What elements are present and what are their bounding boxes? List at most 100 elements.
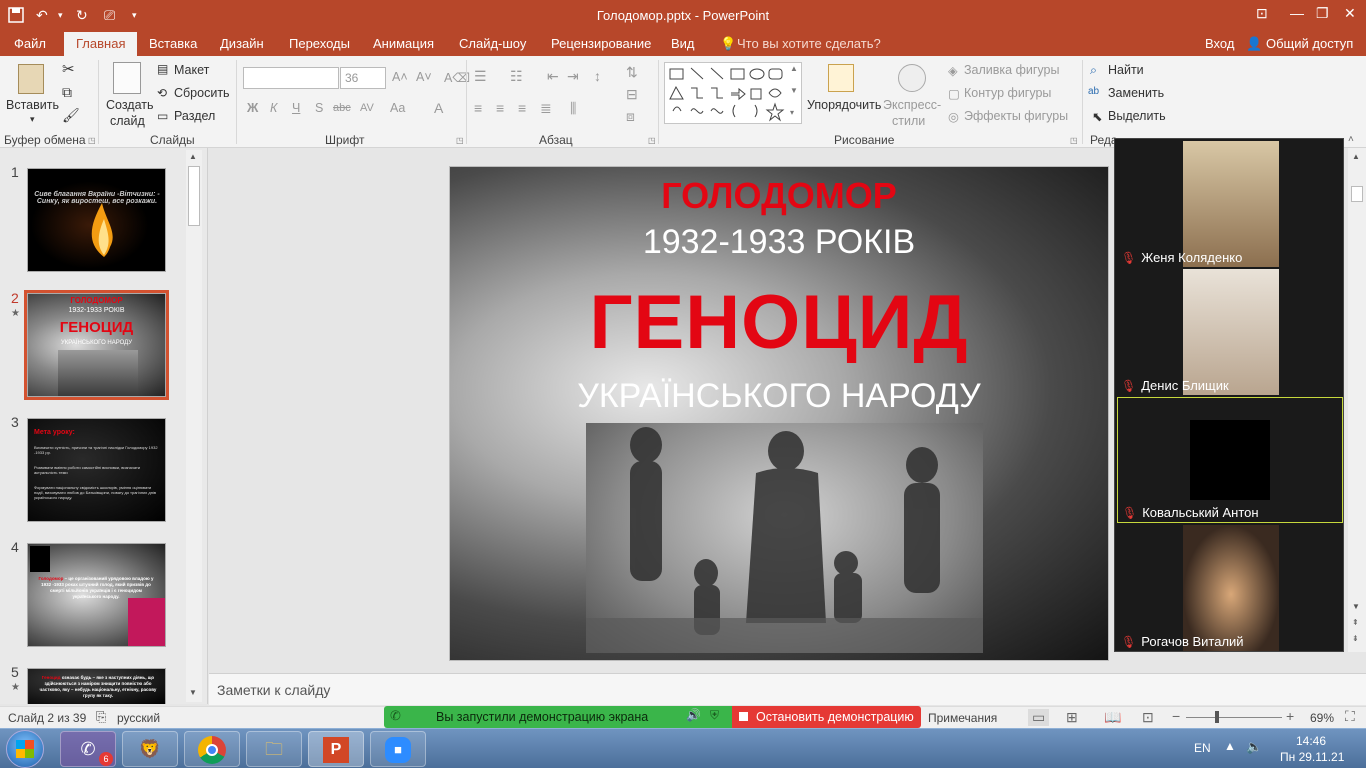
spell-check-icon[interactable]: ⎘ xyxy=(96,709,106,725)
slide-thumbnails-panel[interactable]: 1 Сиве благання Вкраїни -Вітчизни: - Син… xyxy=(0,148,208,704)
font-name-input[interactable] xyxy=(243,67,339,89)
select-button[interactable]: Выделить xyxy=(1108,109,1166,123)
slide-title[interactable]: ГОЛОДОМОР xyxy=(450,175,1108,217)
paste-button[interactable]: Вставить xyxy=(6,98,59,112)
current-slide[interactable]: ГОЛОДОМОР 1932-1933 РОКІВ ГЕНОЦИД УКРАЇН… xyxy=(449,166,1109,661)
tab-slideshow[interactable]: Слайд-шоу xyxy=(459,36,526,51)
scroll-up-icon[interactable]: ▲ xyxy=(1352,152,1360,161)
align-right-icon[interactable]: ≡ xyxy=(518,100,526,116)
minimize-icon[interactable]: — xyxy=(1290,5,1304,21)
strikethrough-button[interactable]: abc xyxy=(333,102,351,114)
tab-transitions[interactable]: Переходы xyxy=(289,36,350,51)
text-direction-icon[interactable]: ⇅ xyxy=(626,64,638,81)
thumbnails-scrollbar[interactable]: ▲ ▼ xyxy=(186,150,202,702)
bold-button[interactable]: Ж xyxy=(247,101,258,115)
shape-outline-button[interactable]: Контур фигуры xyxy=(964,86,1051,100)
close-icon[interactable]: ✕ xyxy=(1344,5,1356,22)
normal-view-icon[interactable]: ▭ xyxy=(1028,709,1050,726)
copy-icon[interactable]: ⧉ xyxy=(62,84,72,101)
tab-home[interactable]: Главная xyxy=(64,32,138,56)
ribbon-display-options-icon[interactable]: ⊡ xyxy=(1256,5,1268,22)
paste-icon[interactable] xyxy=(18,64,44,94)
italic-button[interactable]: К xyxy=(270,101,277,115)
stop-share-button[interactable]: Остановить демонстрацию xyxy=(732,706,921,728)
shapes-more-icon[interactable]: ▾ xyxy=(790,108,794,117)
zoom-slider-thumb[interactable] xyxy=(1215,711,1220,723)
new-slide-label-2[interactable]: слайд xyxy=(110,114,145,128)
chrome-browser-icon[interactable] xyxy=(184,731,240,767)
font-color-button[interactable]: A xyxy=(434,100,443,116)
participant-tile[interactable]: 🎙 Рогачов Виталий xyxy=(1117,525,1343,651)
slide-sorter-icon[interactable]: ⊞ xyxy=(1066,709,1078,726)
restore-icon[interactable]: ❐ xyxy=(1316,5,1329,22)
underline-button[interactable]: Ч xyxy=(292,101,300,115)
slideshow-view-icon[interactable]: ⊡ xyxy=(1142,709,1154,726)
shapes-scroll-up-icon[interactable]: ▲ xyxy=(790,64,798,73)
notes-placeholder[interactable]: Заметки к слайду xyxy=(217,682,330,698)
volume-icon[interactable]: 🔈 xyxy=(1246,739,1262,755)
bullets-icon[interactable]: ☰ xyxy=(474,68,487,85)
reset-button[interactable]: Сбросить xyxy=(174,86,230,100)
new-slide-icon[interactable] xyxy=(113,62,141,94)
shapes-scroll-down-icon[interactable]: ▼ xyxy=(790,86,798,95)
change-case-button[interactable]: Aa xyxy=(390,101,405,115)
keyboard-language[interactable]: EN xyxy=(1194,741,1211,755)
next-slide-icon[interactable]: ⇟ xyxy=(1352,634,1359,643)
shape-fill-button[interactable]: Заливка фигуры xyxy=(964,63,1059,77)
slide-subheadline[interactable]: УКРАЇНСЬКОГО НАРОДУ xyxy=(450,377,1108,416)
font-launcher-icon[interactable]: ◳ xyxy=(456,136,464,145)
replace-button[interactable]: Заменить xyxy=(1108,86,1164,100)
zoom-video-panel[interactable]: 🎙 Женя Коляденко 🎙 Денис Блищик 🎙 Ковальськ… xyxy=(1114,138,1344,652)
shadow-button[interactable]: S xyxy=(315,101,323,115)
tab-view[interactable]: Вид xyxy=(671,36,695,51)
thumb-slide-4[interactable]: Голодомор – це організований урядовою вл… xyxy=(27,543,166,647)
notes-pane[interactable]: Заметки к слайду xyxy=(209,673,1366,705)
columns-icon[interactable]: ⫼ xyxy=(570,100,576,117)
participant-tile[interactable]: 🎙 Денис Блищик xyxy=(1117,269,1343,395)
smartart-icon[interactable]: ⧈ xyxy=(626,108,635,125)
line-spacing-icon[interactable]: ↕ xyxy=(594,68,601,84)
start-button[interactable] xyxy=(6,730,44,768)
scroll-down-icon[interactable]: ▼ xyxy=(189,688,197,697)
slide-photo[interactable] xyxy=(586,423,983,653)
paragraph-launcher-icon[interactable]: ◳ xyxy=(648,136,656,145)
audio-icon[interactable]: 🔊 xyxy=(686,708,701,722)
share-button[interactable]: Общий доступ xyxy=(1266,36,1353,51)
slide-scrollbar[interactable]: ▲ ▼ ⇞ ⇟ xyxy=(1348,148,1366,652)
clock-date[interactable]: Пн 29.11.21 xyxy=(1280,750,1344,764)
numbering-icon[interactable]: ☷ xyxy=(510,68,523,85)
align-center-icon[interactable]: ≡ xyxy=(496,100,504,116)
thumb-slide-5[interactable]: Геноцид означає будь – яке з наступних д… xyxy=(27,668,166,704)
zoom-level[interactable]: 69% xyxy=(1310,711,1334,725)
show-hidden-icons[interactable]: ▲ xyxy=(1224,739,1236,753)
cut-icon[interactable]: ✂ xyxy=(62,60,75,78)
format-painter-icon[interactable]: 🖌 xyxy=(62,107,80,124)
scroll-down-icon[interactable]: ▼ xyxy=(1352,602,1360,611)
zoom-in-icon[interactable]: + xyxy=(1286,708,1294,724)
new-slide-button[interactable]: Создать xyxy=(106,98,154,112)
arrange-button[interactable]: Упорядочить xyxy=(807,98,881,112)
powerpoint-app-icon[interactable]: P xyxy=(308,731,364,767)
previous-slide-icon[interactable]: ⇞ xyxy=(1352,618,1359,627)
shape-effects-button[interactable]: Эффекты фигуры xyxy=(964,109,1068,123)
increase-indent-icon[interactable]: ⇥ xyxy=(567,68,579,85)
tab-design[interactable]: Дизайн xyxy=(220,36,264,51)
decrease-indent-icon[interactable]: ⇤ xyxy=(547,68,559,85)
layout-button[interactable]: Макет xyxy=(174,63,209,77)
thumb-slide-2[interactable]: ГОЛОДОМОР 1932-1933 РОКІВ ГЕНОЦИД УКРАЇН… xyxy=(24,290,169,400)
zoom-out-icon[interactable]: − xyxy=(1172,708,1180,724)
grow-font-icon[interactable]: A˄ xyxy=(392,70,408,84)
thumb-slide-1[interactable]: Сиве благання Вкраїни -Вітчизни: - Синку… xyxy=(27,168,166,272)
tab-review[interactable]: Рецензирование xyxy=(551,36,651,51)
scroll-thumb[interactable] xyxy=(188,166,200,226)
brave-browser-icon[interactable]: 🦁 xyxy=(122,731,178,767)
clipboard-launcher-icon[interactable]: ◳ xyxy=(88,136,96,145)
paste-dropdown-icon[interactable]: ▾ xyxy=(30,114,35,125)
collapse-ribbon-icon[interactable]: ˄ xyxy=(1348,134,1354,145)
scroll-up-icon[interactable]: ▲ xyxy=(189,152,197,161)
fit-to-window-icon[interactable]: ⛶ xyxy=(1345,708,1355,725)
quick-styles-icon[interactable] xyxy=(898,64,926,92)
tab-file[interactable]: Файл xyxy=(14,36,46,51)
shrink-font-icon[interactable]: A˅ xyxy=(416,70,432,84)
tab-insert[interactable]: Вставка xyxy=(149,36,197,51)
